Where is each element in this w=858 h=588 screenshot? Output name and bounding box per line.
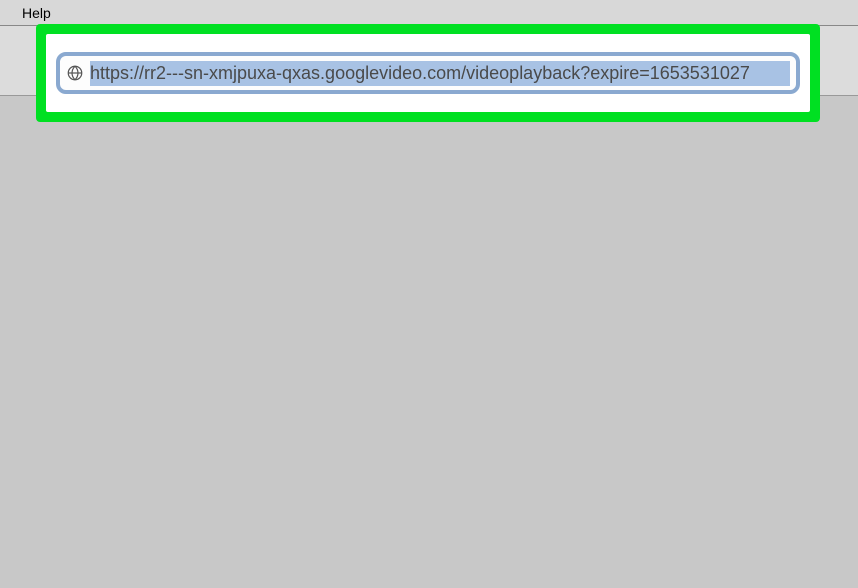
- url-panel: https://rr2---sn-xmjpuxa-qxas.googlevide…: [46, 34, 810, 112]
- url-field[interactable]: https://rr2---sn-xmjpuxa-qxas.googlevide…: [56, 52, 800, 94]
- content-area: [0, 96, 858, 588]
- highlight-annotation: https://rr2---sn-xmjpuxa-qxas.googlevide…: [36, 24, 820, 122]
- menubar: Help: [0, 0, 858, 26]
- url-text[interactable]: https://rr2---sn-xmjpuxa-qxas.googlevide…: [90, 61, 790, 86]
- globe-icon: [66, 64, 84, 82]
- menu-help[interactable]: Help: [22, 5, 51, 21]
